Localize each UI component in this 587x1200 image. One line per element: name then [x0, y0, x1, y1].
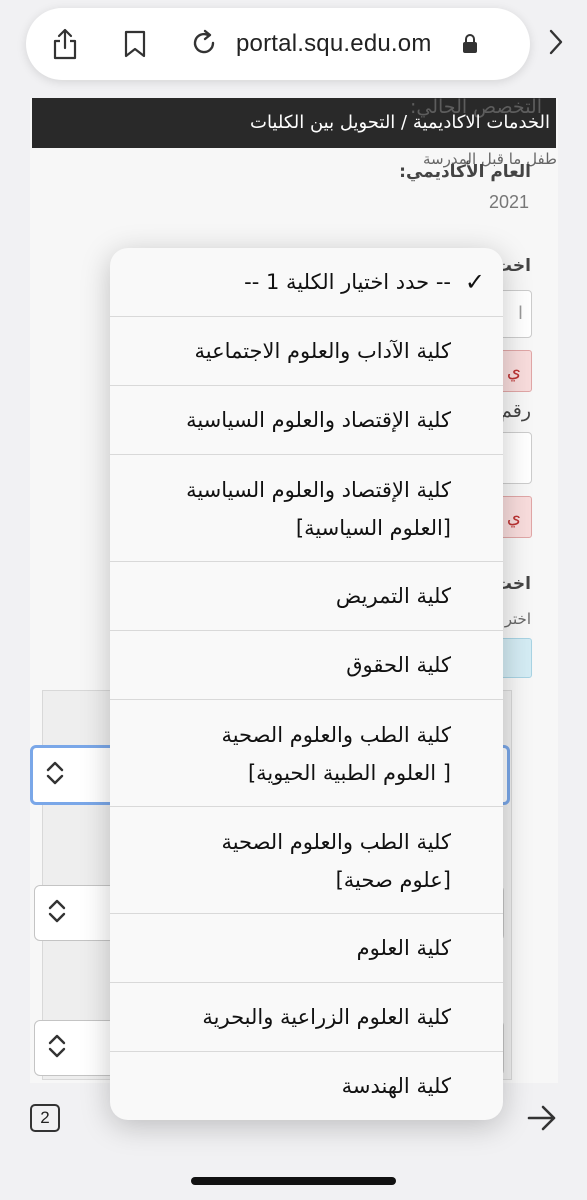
number-label: رقم: [500, 400, 531, 422]
option-text: [العلوم السياسية]: [295, 516, 451, 540]
option-text: كلية الإقتصاد والعلوم السياسية: [186, 478, 451, 502]
option-text: كلية الطب والعلوم الصحية: [221, 723, 451, 747]
option-text: كلية الآداب والعلوم الاجتماعية: [194, 339, 451, 363]
college-dropdown-menu[interactable]: ✓ -- حدد اختيار الكلية 1 -- كلية الآداب …: [110, 248, 503, 1120]
arrow-right-icon[interactable]: [526, 1104, 558, 1136]
dropdown-option[interactable]: كلية الإقتصاد والعلوم السياسية: [110, 386, 503, 455]
checkmark-icon: ✓: [464, 268, 485, 296]
dropdown-option[interactable]: كلية الهندسة: [110, 1052, 503, 1120]
academic-year-label: العام الأكاديمي:: [399, 162, 531, 182]
select-arrows-icon: [47, 1033, 67, 1063]
option-text: كلية الهندسة: [341, 1074, 451, 1098]
option-text: [ العلوم الطبية الحيوية]: [247, 761, 451, 785]
option-text: -- حدد اختيار الكلية 1 --: [244, 270, 451, 294]
option-text: كلية الحقوق: [346, 653, 451, 677]
option-text: كلية العلوم: [356, 936, 451, 960]
dropdown-option[interactable]: ✓ -- حدد اختيار الكلية 1 --: [110, 248, 503, 317]
url-text[interactable]: portal.squ.edu.om: [236, 30, 432, 58]
dropdown-option[interactable]: كلية الطب والعلوم الصحية [ العلوم الطبية…: [110, 700, 503, 807]
select-arrows-icon: [47, 898, 67, 928]
option-text: كلية الطب والعلوم الصحية: [221, 830, 451, 854]
breadcrumb[interactable]: الخدمات الاكاديمية / التحويل بين الكليات: [250, 112, 550, 133]
lock-icon: [462, 34, 478, 58]
reload-icon[interactable]: [190, 29, 218, 61]
academic-year-value: 2021: [488, 192, 529, 212]
address-bar[interactable]: portal.squ.edu.om: [26, 8, 530, 80]
dropdown-option[interactable]: كلية الإقتصاد والعلوم السياسية [العلوم ا…: [110, 455, 503, 562]
dropdown-option[interactable]: كلية الآداب والعلوم الاجتماعية: [110, 317, 503, 386]
tab-count-button[interactable]: 2: [30, 1104, 60, 1132]
breadcrumb-bar: التخصص الحالي: الخدمات الاكاديمية / التح…: [32, 96, 556, 148]
dropdown-option[interactable]: كلية الطب والعلوم الصحية [علوم صحية]: [110, 807, 503, 914]
dropdown-option[interactable]: كلية التمريض: [110, 562, 503, 631]
share-icon[interactable]: [52, 28, 78, 64]
option-text: [علوم صحية]: [335, 868, 451, 892]
home-indicator: [191, 1177, 396, 1185]
choose-hint: اختر: [504, 610, 531, 628]
bookmark-icon[interactable]: [124, 30, 146, 62]
option-text: كلية العلوم الزراعية والبحرية: [202, 1005, 451, 1029]
dropdown-option[interactable]: كلية العلوم الزراعية والبحرية: [110, 983, 503, 1052]
option-text: كلية الإقتصاد والعلوم السياسية: [186, 408, 451, 432]
browser-top-bar: portal.squ.edu.om: [0, 0, 587, 100]
option-text: كلية التمريض: [335, 584, 451, 608]
chevron-right-icon[interactable]: [548, 28, 564, 60]
select-arrows-icon: [45, 760, 65, 790]
dropdown-option[interactable]: كلية العلوم: [110, 914, 503, 983]
dropdown-option[interactable]: كلية الحقوق: [110, 631, 503, 700]
